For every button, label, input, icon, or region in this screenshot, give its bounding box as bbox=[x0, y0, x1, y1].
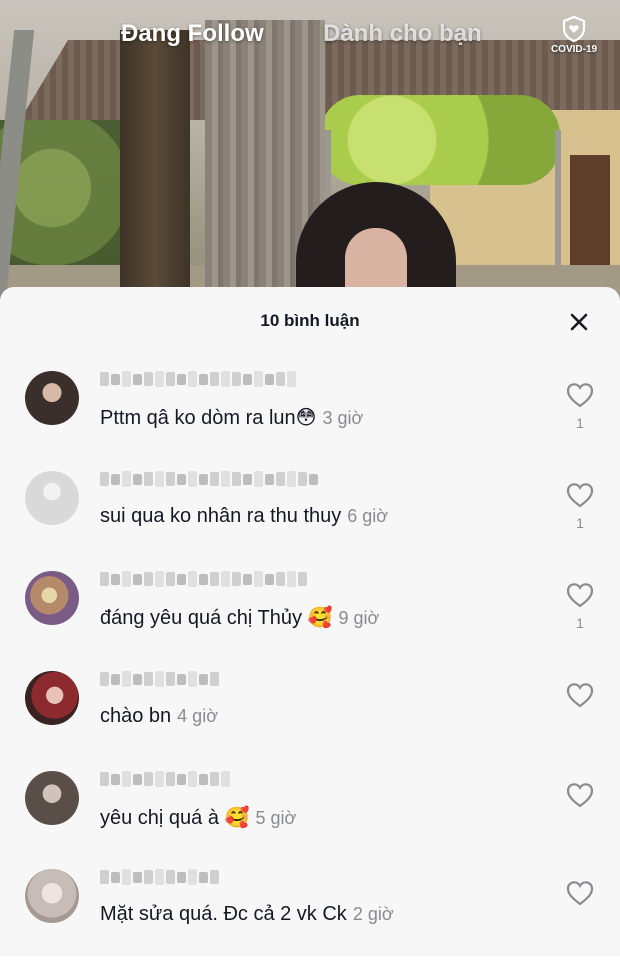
background-tree bbox=[120, 30, 190, 300]
comment-time: 6 giờ bbox=[347, 506, 389, 526]
close-button[interactable] bbox=[566, 309, 592, 335]
avatar[interactable] bbox=[25, 771, 79, 825]
comment-body: đáng yêu quá chị Thủy 🥰 9 giờ bbox=[100, 605, 379, 630]
username-blurred[interactable] bbox=[100, 867, 219, 887]
comment-text: đáng yêu quá chị Thủy bbox=[100, 607, 308, 629]
comment-text: yêu chị quá à bbox=[100, 807, 225, 829]
avatar[interactable] bbox=[25, 471, 79, 525]
comment-text: Pttm qâ ko dòm ra lun bbox=[100, 407, 296, 429]
like-button[interactable] bbox=[564, 879, 596, 929]
heart-icon bbox=[566, 383, 594, 408]
heart-icon bbox=[566, 683, 594, 708]
comment-time: 2 giờ bbox=[352, 904, 394, 924]
comment-body: sui qua ko nhân ra thu thuy 6 giờ bbox=[100, 505, 388, 528]
like-count bbox=[564, 815, 596, 831]
username-blurred[interactable] bbox=[100, 669, 219, 689]
emoji: 🥰 bbox=[224, 807, 250, 829]
like-count: 1 bbox=[576, 515, 584, 531]
comment-text: chào bn bbox=[100, 705, 172, 727]
like-button[interactable]: 1 bbox=[564, 381, 596, 431]
covid-info-button[interactable]: COVID-19 bbox=[544, 16, 604, 60]
like-button[interactable] bbox=[564, 681, 596, 731]
comment-body: Mặt sửa quá. Đc cả 2 vk Ck 2 giờ bbox=[100, 903, 394, 926]
comment-item[interactable]: sui qua ko nhân ra thu thuy 6 giờ 1 bbox=[0, 467, 620, 563]
heart-icon bbox=[566, 583, 594, 608]
comment-text: sui qua ko nhân ra thu thuy bbox=[100, 505, 342, 527]
comment-item[interactable]: chào bn 4 giờ bbox=[0, 667, 620, 763]
close-icon bbox=[570, 313, 588, 331]
like-button[interactable] bbox=[564, 781, 596, 831]
shield-icon bbox=[562, 16, 586, 42]
background-door bbox=[570, 155, 610, 265]
tab-following[interactable]: Đang Follow bbox=[121, 20, 264, 48]
comment-time: 9 giờ bbox=[338, 608, 380, 628]
comment-text: Mặt sửa quá. Đc cả 2 vk Ck bbox=[100, 903, 347, 925]
comment-body: yêu chị quá à 🥰 5 giờ bbox=[100, 805, 296, 830]
tab-for-you[interactable]: Dành cho bạn bbox=[323, 20, 482, 48]
avatar[interactable] bbox=[25, 371, 79, 425]
heart-icon bbox=[566, 783, 594, 808]
comment-item[interactable]: Mặt sửa quá. Đc cả 2 vk Ck 2 giờ bbox=[0, 865, 620, 961]
username-blurred[interactable] bbox=[100, 369, 296, 389]
like-button[interactable]: 1 bbox=[564, 581, 596, 631]
like-count: 1 bbox=[576, 615, 584, 631]
username-blurred[interactable] bbox=[100, 469, 318, 489]
background-foliage-right bbox=[320, 95, 560, 185]
username-blurred[interactable] bbox=[100, 569, 307, 589]
like-count: 1 bbox=[576, 415, 584, 431]
username-blurred[interactable] bbox=[100, 769, 230, 789]
like-button[interactable]: 1 bbox=[564, 481, 596, 531]
comment-body: Pttm qâ ko dòm ra lun😳 3 giờ bbox=[100, 405, 363, 430]
comment-time: 3 giờ bbox=[322, 408, 364, 428]
like-count bbox=[564, 913, 596, 929]
comments-sheet: 10 bình luận Pttm qâ ko dòm ra lun😳 3 giờ… bbox=[0, 287, 620, 956]
avatar[interactable] bbox=[25, 671, 79, 725]
emoji: 😳 bbox=[295, 407, 317, 429]
top-nav: Đang Follow Dành cho bạn COVID-19 bbox=[0, 16, 620, 56]
heart-icon bbox=[566, 483, 594, 508]
avatar[interactable] bbox=[25, 869, 79, 923]
emoji: 🥰 bbox=[307, 607, 333, 629]
comment-item[interactable]: yêu chị quá à 🥰 5 giờ bbox=[0, 767, 620, 863]
comment-item[interactable]: Pttm qâ ko dòm ra lun😳 3 giờ 1 bbox=[0, 367, 620, 463]
heart-icon bbox=[566, 881, 594, 906]
avatar[interactable] bbox=[25, 571, 79, 625]
comment-time: 4 giờ bbox=[177, 706, 218, 726]
comment-body: chào bn 4 giờ bbox=[100, 705, 218, 728]
comment-item[interactable]: đáng yêu quá chị Thủy 🥰 9 giờ 1 bbox=[0, 567, 620, 663]
comment-time: 5 giờ bbox=[255, 808, 297, 828]
covid-label: COVID-19 bbox=[550, 44, 598, 55]
like-count bbox=[564, 715, 596, 731]
comments-count-title: 10 bình luận bbox=[260, 311, 360, 330]
comments-header: 10 bình luận bbox=[0, 287, 620, 353]
